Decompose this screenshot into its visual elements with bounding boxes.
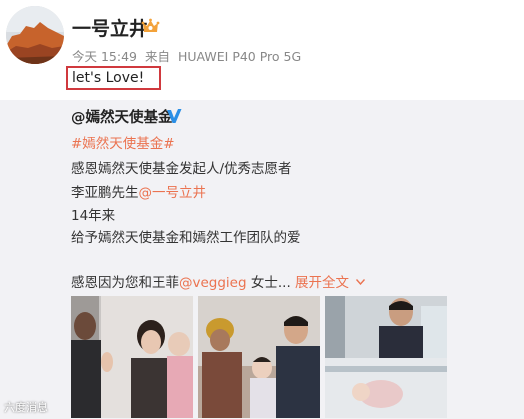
repost-line-6: 感恩因为您和王菲@veggieg 女士... 展开全文 [71,271,366,291]
photo-thumbnail-2[interactable] [198,296,320,418]
highlight-box: let's Love! [66,66,161,90]
username[interactable]: 一号立井 [72,14,148,41]
line6-suffix: 女士... [250,275,291,291]
post-meta: 今天 15:49 来自 HUAWEI P40 Pro 5G [72,46,305,65]
repost-line-3: 李亚鹏先生@一号立井 [71,181,206,201]
line6-text: 感恩因为您和王菲 [71,275,179,291]
repost-line-hashtag: #嫣然天使基金# [71,132,175,152]
mention-link-veggieg[interactable]: @veggieg [179,275,247,291]
avatar-image [6,6,64,64]
hashtag-link[interactable]: #嫣然天使基金# [71,136,175,152]
source-prefix: 来自 [144,49,170,64]
post-text: let's Love! [72,70,145,86]
mention-link-yihaolijing[interactable]: @一号立井 [139,185,207,201]
line3-text: 李亚鹏先生 [71,185,139,201]
photo-thumbnail-3[interactable] [325,296,447,418]
photo-thumbnail-1[interactable] [71,296,193,418]
reposted-card[interactable]: @嫣然天使基金 #嫣然天使基金# 感恩嫣然天使基金发起人/优秀志愿者 李亚鹏先生… [0,100,524,419]
repost-line-5: 给予嫣然天使基金和嫣然工作团队的爱 [71,230,301,246]
avatar[interactable] [6,6,64,64]
watermark: 六度消息 [4,401,48,414]
post-header: 一号立井 今天 15:49 来自 HUAWEI P40 Pro 5G let's… [0,0,524,100]
expand-full-text-link[interactable]: 展开全文 [295,275,366,291]
chevron-down-icon [356,279,366,286]
repost-line-2: 感恩嫣然天使基金发起人/优秀志愿者 [71,161,292,177]
repost-author[interactable]: @嫣然天使基金 [71,106,173,127]
post-time[interactable]: 今天 15:49 [72,49,137,64]
source-device: HUAWEI P40 Pro 5G [177,49,302,64]
expand-label: 展开全文 [295,275,350,291]
vip-crown-icon[interactable] [141,17,160,35]
repost-line-4: 14年来 [71,208,116,224]
photo-image [198,296,320,418]
photo-image [325,296,447,418]
verified-icon [167,109,182,123]
photo-image [71,296,193,418]
